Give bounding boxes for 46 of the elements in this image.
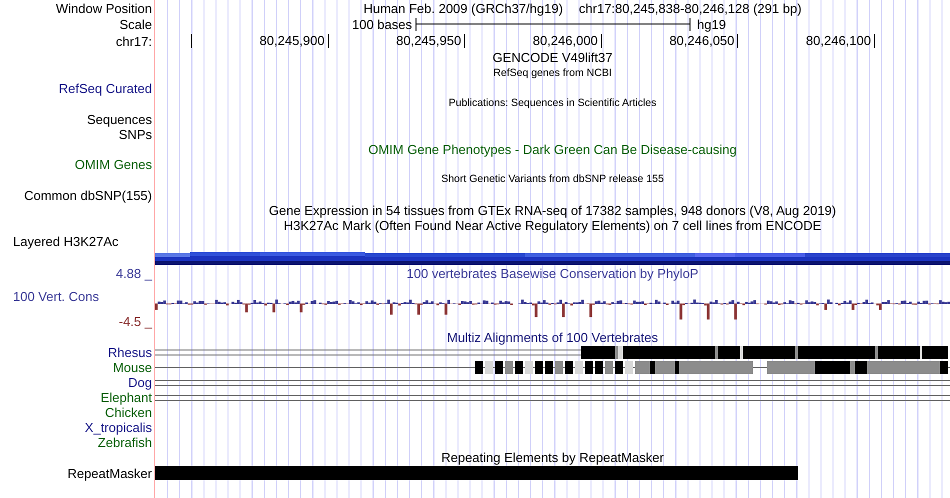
species-label: Mouse <box>112 360 152 374</box>
track-title: 100 vertebrates Basewise Conservation by PhyloP <box>406 266 698 280</box>
ruler-label: 80,245,900 <box>260 33 325 48</box>
species-label: Zebrafish <box>98 434 152 450</box>
track-label[interactable]: RefSeq Curated <box>58 81 152 96</box>
track-label[interactable]: Common dbSNP(155) <box>24 188 152 202</box>
track-title: RefSeq genes from NCBI <box>493 66 612 81</box>
track-title: Publications: Sequences in Scientific Articles <box>448 96 656 112</box>
ruler-tick <box>328 34 329 48</box>
species-label: Chicken <box>105 404 152 420</box>
track-label[interactable]: RepeatMasker <box>67 466 152 480</box>
ruler-label: 80,246,100 <box>806 33 871 48</box>
scale-assembly: hg19 <box>697 17 726 32</box>
track-title: Repeating Elements by RepeatMasker <box>441 450 664 465</box>
track-label: Window Position <box>54 0 153 16</box>
track-label[interactable]: 100 Vert. Cons <box>0 288 152 304</box>
track-label: Scale <box>118 16 153 33</box>
scale-bar-icon <box>415 17 691 31</box>
ruler-tick <box>464 34 466 48</box>
species-label: X_tropicalis <box>84 420 152 434</box>
ruler-tick <box>737 34 738 48</box>
track-title: Short Genetic Variants from dbSNP release 155 <box>441 172 664 188</box>
scale-length: 100 bases <box>352 17 412 32</box>
species-label: Elephant <box>100 390 152 404</box>
track-title: Gene Expression in 54 tissues from GTEx RNA-seq of 17382 samples, 948 donors (V8, Aug 2019) <box>268 202 836 218</box>
ruler-label: 80,246,050 <box>669 33 734 48</box>
track-label[interactable]: SNPs <box>118 126 152 142</box>
ruler-tick <box>191 34 192 48</box>
axis-max-label: 4.88 _ <box>116 266 152 280</box>
track-title: OMIM Gene Phenotypes - Dark Green Can Be Disease-causing <box>368 142 737 157</box>
track-title: H3K27Ac Mark (Often Found Near Active Regulatory Elements) on 7 cell lines from ENCODE <box>284 218 822 234</box>
ruler-tick <box>600 34 602 48</box>
track-label[interactable]: OMIM Genes <box>74 157 152 172</box>
ruler-label: 80,246,000 <box>532 33 598 48</box>
assembly-title: Human Feb. 2009 (GRCh37/hg19) <box>363 0 563 16</box>
track-title: Multiz Alignments of 100 Vertebrates <box>446 330 658 344</box>
ruler-label: 80,245,950 <box>396 33 462 48</box>
track-title: GENCODE V49lift37 <box>492 50 612 66</box>
species-label: Rhesus <box>108 344 152 360</box>
species-label: Dog <box>128 374 152 390</box>
track-label[interactable]: Sequences <box>86 112 152 126</box>
axis-min-label: -4.5 _ <box>118 314 152 328</box>
track-label[interactable]: Layered H3K27Ac <box>13 234 119 248</box>
position-text: chr17:80,245,838-80,246,128 (291 bp) <box>578 0 802 16</box>
ruler-tick <box>874 34 875 48</box>
track-label: chr17: <box>114 33 153 50</box>
